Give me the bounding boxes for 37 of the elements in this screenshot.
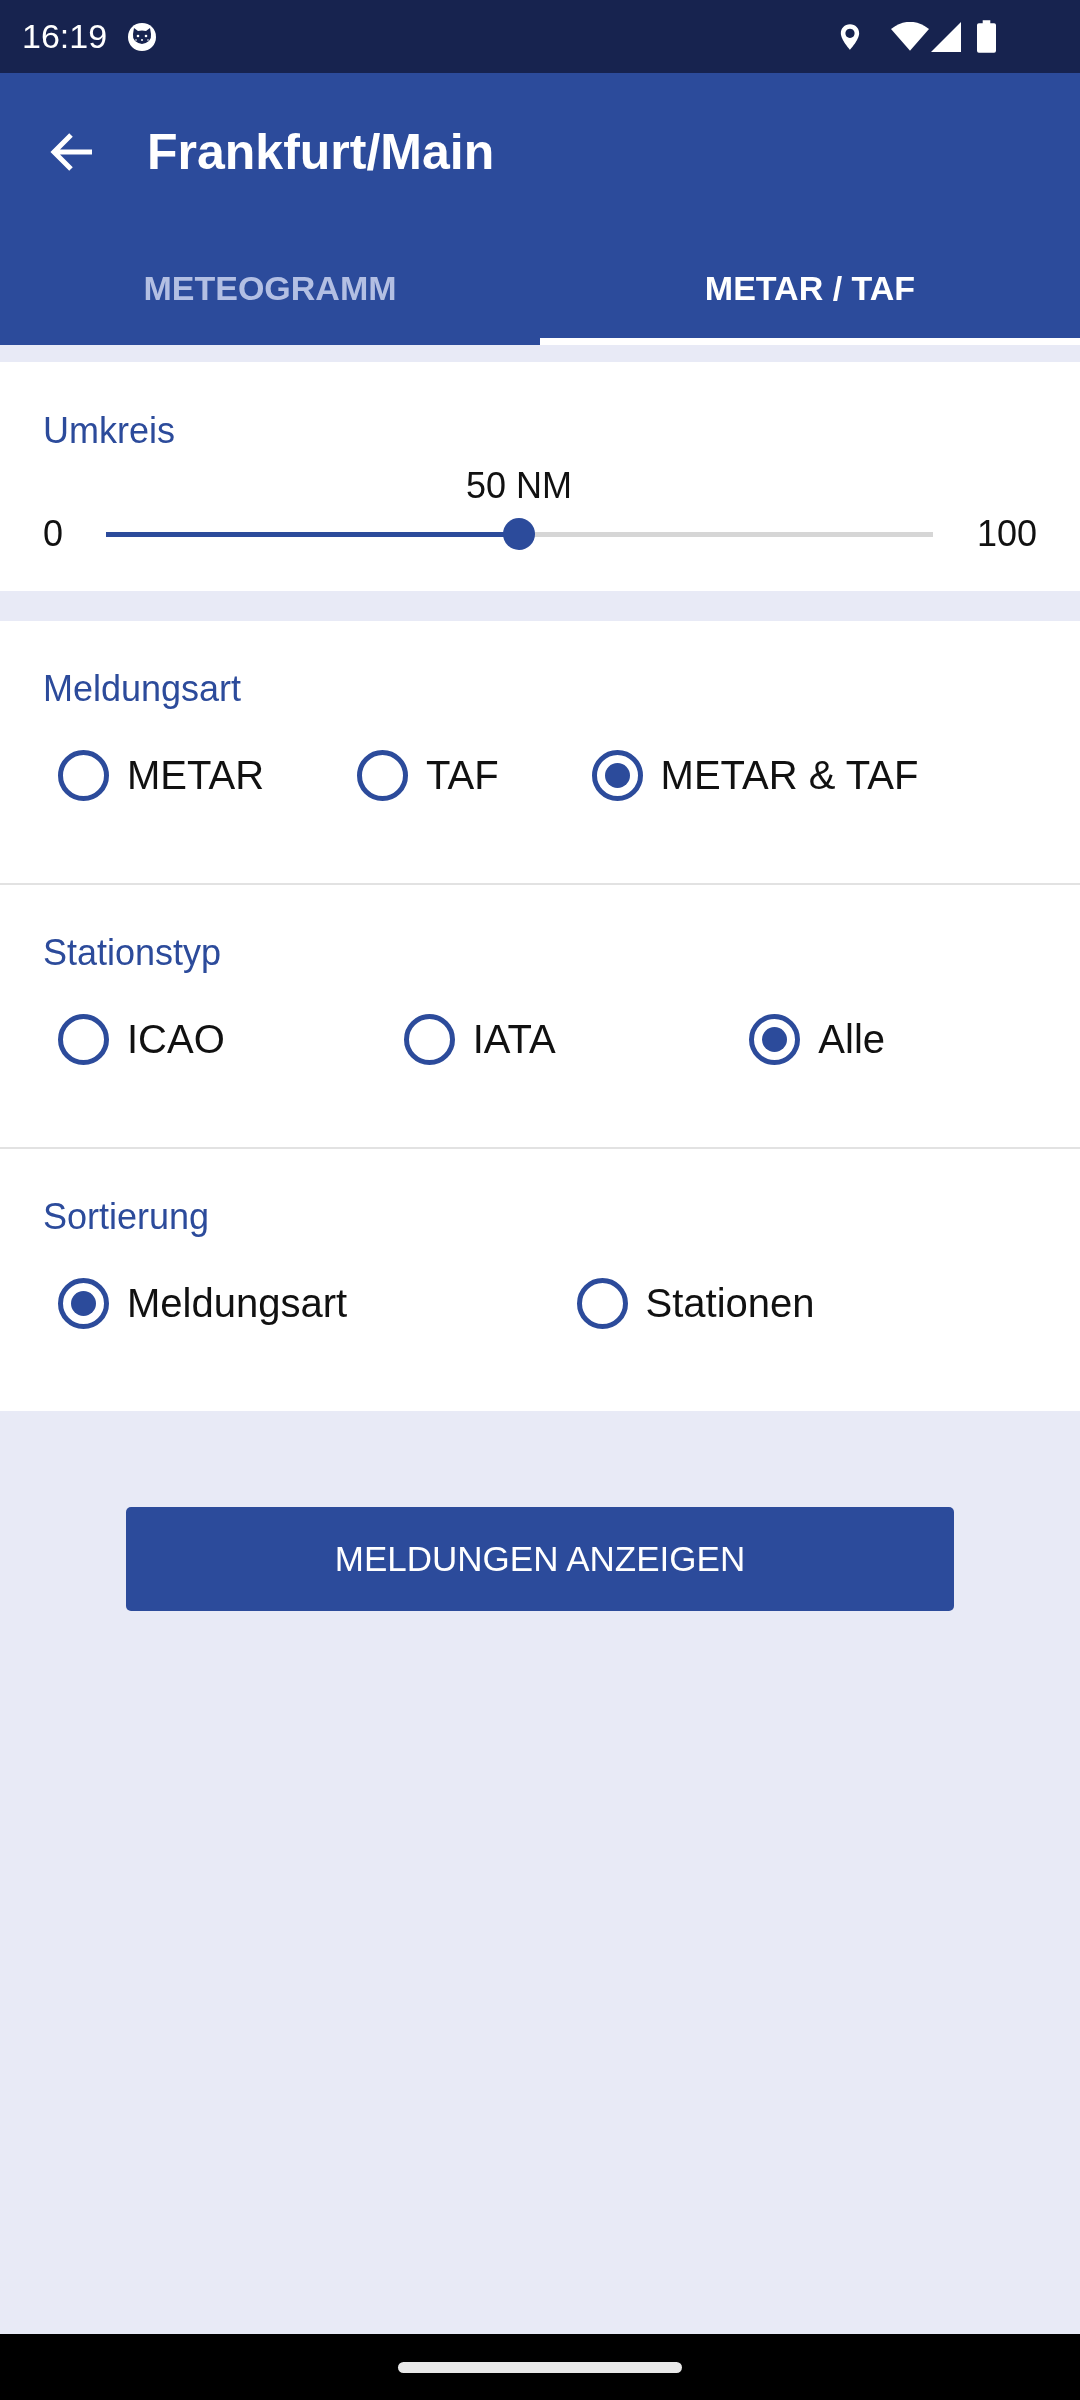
radius-slider[interactable] xyxy=(106,518,933,550)
radio-button[interactable] xyxy=(403,1013,455,1065)
tab[interactable]: METEOGRAMM xyxy=(0,230,540,345)
battery-icon xyxy=(977,20,996,53)
slider-thumb[interactable] xyxy=(503,518,536,550)
section-label: Meldungsart xyxy=(43,668,242,710)
radio-button[interactable] xyxy=(58,1013,109,1065)
radio-label[interactable]: IATA xyxy=(472,1016,556,1062)
section-label: Stationstyp xyxy=(43,932,222,974)
radio-button[interactable] xyxy=(591,749,643,801)
wifi-icon xyxy=(891,22,929,51)
radio-label[interactable]: Alle xyxy=(818,1016,886,1062)
home-handle[interactable] xyxy=(398,2361,682,2373)
radio-label[interactable]: TAF xyxy=(426,752,499,798)
radio-label[interactable]: ICAO xyxy=(127,1016,225,1062)
tab[interactable]: METAR / TAF xyxy=(540,230,1080,345)
radio-button[interactable] xyxy=(576,1277,628,1329)
section-label: Sortierung xyxy=(43,1196,210,1238)
location-pin-icon xyxy=(839,21,861,52)
radio-button[interactable] xyxy=(58,1277,109,1329)
status-time: 16:19 xyxy=(22,17,108,56)
radio-button[interactable] xyxy=(749,1013,801,1065)
radio-label[interactable]: METAR & TAF xyxy=(660,752,919,798)
radio-label[interactable]: Meldungsart xyxy=(127,1280,348,1326)
radio-button[interactable] xyxy=(357,749,409,801)
radio-label[interactable]: METAR xyxy=(127,752,265,798)
section-label: Umkreis xyxy=(43,410,175,452)
signal-icon xyxy=(931,21,961,52)
radio-button[interactable] xyxy=(58,749,109,801)
show-reports-button[interactable]: MELDUNGEN ANZEIGEN xyxy=(126,1507,954,1611)
slider-min-label: 0 xyxy=(43,514,65,554)
slider-value: 50 NM xyxy=(466,466,572,506)
slider-max-label: 100 xyxy=(976,514,1037,554)
back-button[interactable] xyxy=(50,131,94,172)
back-arrow-icon xyxy=(50,131,94,172)
screen-title: Frankfurt/Main xyxy=(147,122,495,181)
radio-label[interactable]: Stationen xyxy=(645,1280,815,1326)
